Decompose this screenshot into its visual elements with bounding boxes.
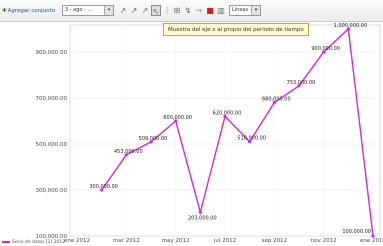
data-label: 900,000.00 [311,46,340,52]
x-axis-ticks: ene 2012 mar 2012 may 2012 jul 2012 sep 2012… [64,238,383,244]
tooltip: Muestra del eje x al propio del periodo … [163,23,309,36]
x-tick-label: nov 2012 [311,238,337,244]
data-label: 753,000.00 [287,80,316,86]
y-tick-label: 700,000.00 [36,96,68,102]
chart-legend[interactable]: Serie de datos [1] 2012 [2,240,65,246]
line-chart: 100,000.00 300,000.00 500,000.00 700,000.00… [36,23,383,244]
data-label: 300,000.00 [89,184,118,190]
x-tick-label: ene 2012 [64,238,90,244]
data-label: 453,000.00 [114,149,143,155]
data-label: 510,000.00 [237,136,266,142]
x-tick-label: jul 2012 [213,238,236,244]
data-label: 203,000.00 [188,215,217,221]
x-tick-label: may 2012 [162,238,190,244]
data-label: 100,000.00 [342,229,371,235]
data-label: 509,000.00 [139,136,168,142]
x-tick-label: mar 2012 [113,238,140,244]
legend-label: Serie de datos [1] 2012 [12,240,66,245]
data-point [371,234,375,238]
y-tick-label: 500,000.00 [36,142,68,148]
legend-swatch [2,240,10,243]
x-tick-label: sep 2012 [262,238,288,244]
y-tick-label: 300,000.00 [36,188,68,194]
data-label: 620,000.00 [213,110,242,116]
y-tick-label: 900,000.00 [36,50,68,56]
data-label: 600,000.00 [163,115,192,121]
y-axis-ticks: 100,000.00300,000.00500,000.00700,000.00… [36,50,68,240]
x-tick-label: ene 2013 [360,238,383,244]
data-label: 680,000.00 [262,97,291,103]
data-point [198,210,202,214]
data-label: 1,000,000.00 [334,23,367,29]
